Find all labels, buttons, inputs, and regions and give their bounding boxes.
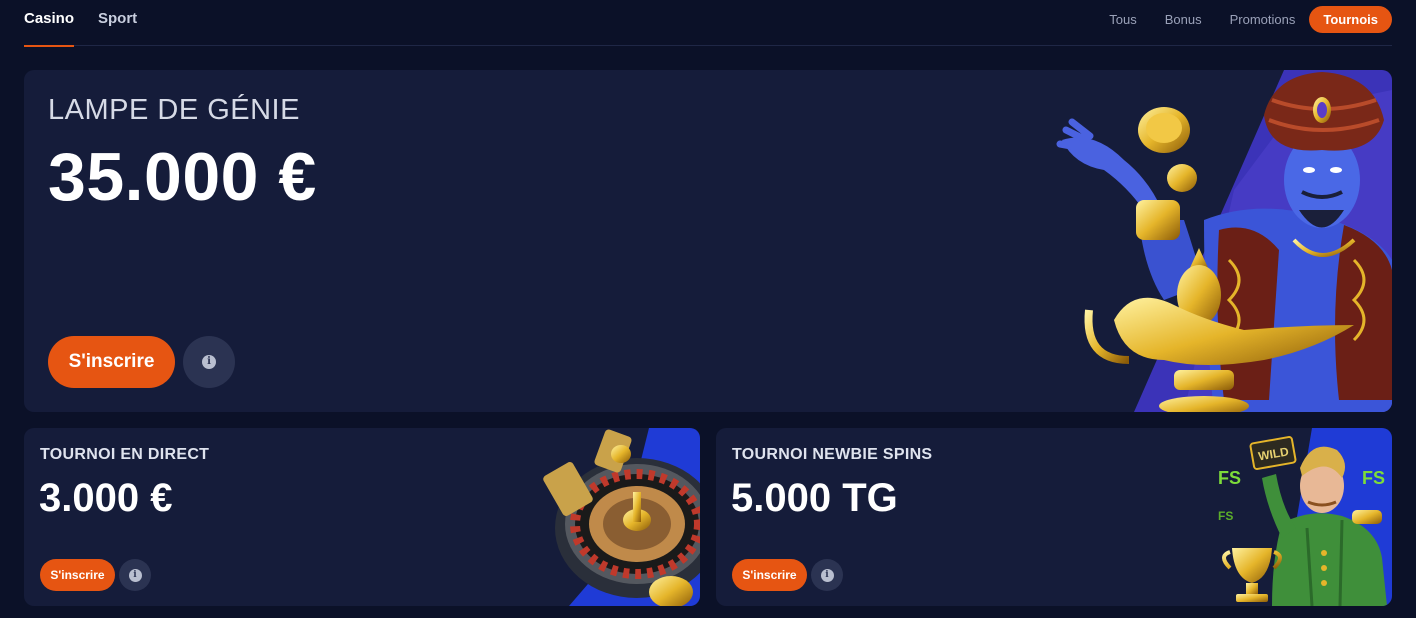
officer-illustration: WILD FS FS FS: [1218, 428, 1392, 606]
filter-tous[interactable]: Tous: [1095, 6, 1150, 33]
tournament-title: TOURNOI EN DIRECT: [40, 446, 210, 463]
tournament-register-button[interactable]: S'inscrire: [732, 559, 807, 591]
tournament-prize-amount: 5.000 TG: [731, 476, 898, 520]
tournament-card-live: TOURNOI EN DIRECT 3.000 € S'inscrire i: [24, 428, 700, 606]
tournament-register-button[interactable]: S'inscrire: [40, 559, 115, 591]
tournament-title: TOURNOI NEWBIE SPINS: [732, 446, 933, 463]
filter-bonus[interactable]: Bonus: [1151, 6, 1216, 33]
info-icon: i: [202, 355, 216, 369]
filter-tournois[interactable]: Tournois: [1309, 6, 1392, 33]
filter-promotions[interactable]: Promotions: [1216, 6, 1310, 33]
top-navigation: Casino Sport Tous Bonus Promotions Tourn…: [24, 0, 1392, 47]
fs-token-label: FS: [1362, 468, 1385, 488]
category-tabs: Casino Sport: [24, 0, 161, 47]
filter-bar: Tous Bonus Promotions Tournois: [1095, 6, 1392, 33]
info-icon: i: [128, 568, 142, 582]
tournament-info-button[interactable]: i: [119, 559, 151, 591]
info-icon: i: [820, 568, 834, 582]
hero-title: LAMPE DE GÉNIE: [48, 94, 300, 126]
tournament-prize-amount: 3.000 €: [39, 476, 173, 520]
fs-token-label: FS: [1218, 468, 1241, 488]
tab-sport[interactable]: Sport: [98, 0, 137, 46]
tournament-card-newbie-spins: TOURNOI NEWBIE SPINS 5.000 TG S'inscrire…: [716, 428, 1392, 606]
hero-info-button[interactable]: i: [183, 336, 235, 388]
hero-tournament-card: LAMPE DE GÉNIE 35.000 € S'inscrire i: [24, 70, 1392, 412]
hero-prize-amount: 35.000 €: [48, 139, 317, 215]
roulette-illustration: [543, 428, 700, 606]
genie-illustration: [1056, 70, 1392, 412]
tournament-info-button[interactable]: i: [811, 559, 843, 591]
hero-register-button[interactable]: S'inscrire: [48, 336, 175, 388]
fs-token-label: FS: [1218, 509, 1233, 523]
tab-casino[interactable]: Casino: [24, 0, 75, 47]
